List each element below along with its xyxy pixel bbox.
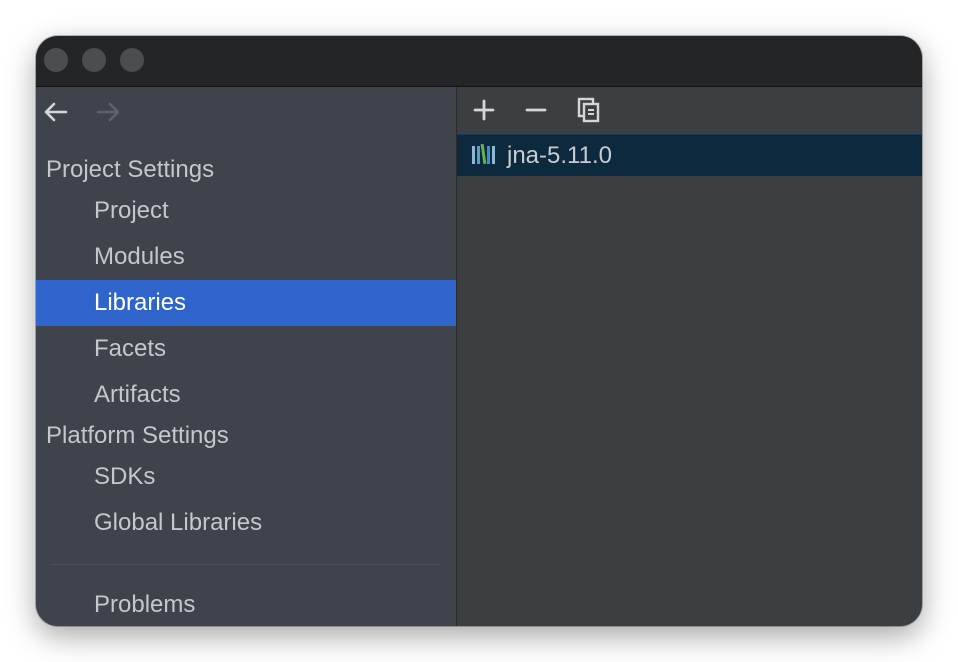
- library-row-jna[interactable]: jna-5.11.0: [457, 134, 922, 176]
- sidebar-item-libraries[interactable]: Libraries: [36, 280, 456, 326]
- libraries-toolbar: [457, 87, 922, 133]
- remove-library-button[interactable]: [521, 95, 551, 125]
- sidebar-divider: [50, 564, 440, 565]
- settings-sidebar: Project Settings Project Modules Librari…: [36, 87, 457, 626]
- sidebar-item-modules[interactable]: Modules: [36, 234, 456, 280]
- sidebar-item-problems[interactable]: Problems: [36, 582, 456, 626]
- section-header-project-settings: Project Settings: [46, 156, 215, 183]
- sidebar-item-sdks[interactable]: SDKs: [36, 454, 456, 500]
- copy-icon: [577, 97, 600, 123]
- arrow-left-icon: [44, 102, 68, 122]
- add-icon: [473, 99, 495, 121]
- back-button[interactable]: [40, 97, 70, 127]
- add-library-button[interactable]: [469, 95, 499, 125]
- arrow-right-icon: [96, 102, 120, 122]
- remove-icon: [525, 108, 547, 112]
- minimize-window-button[interactable]: [82, 48, 106, 72]
- section-header-platform-settings: Platform Settings: [46, 422, 229, 449]
- sidebar-item-global-libraries[interactable]: Global Libraries: [36, 500, 456, 546]
- close-window-button[interactable]: [44, 48, 68, 72]
- library-name: jna-5.11.0: [507, 142, 612, 169]
- sidebar-item-project[interactable]: Project: [36, 188, 456, 234]
- title-bar: [36, 36, 922, 87]
- library-icon: [472, 143, 495, 165]
- project-structure-window: Project Settings Project Modules Librari…: [36, 36, 922, 626]
- libraries-panel: jna-5.11.0: [457, 87, 922, 626]
- zoom-window-button[interactable]: [120, 48, 144, 72]
- forward-button[interactable]: [94, 97, 124, 127]
- copy-library-button[interactable]: [573, 95, 603, 125]
- sidebar-item-facets[interactable]: Facets: [36, 326, 456, 372]
- sidebar-item-artifacts[interactable]: Artifacts: [36, 372, 456, 418]
